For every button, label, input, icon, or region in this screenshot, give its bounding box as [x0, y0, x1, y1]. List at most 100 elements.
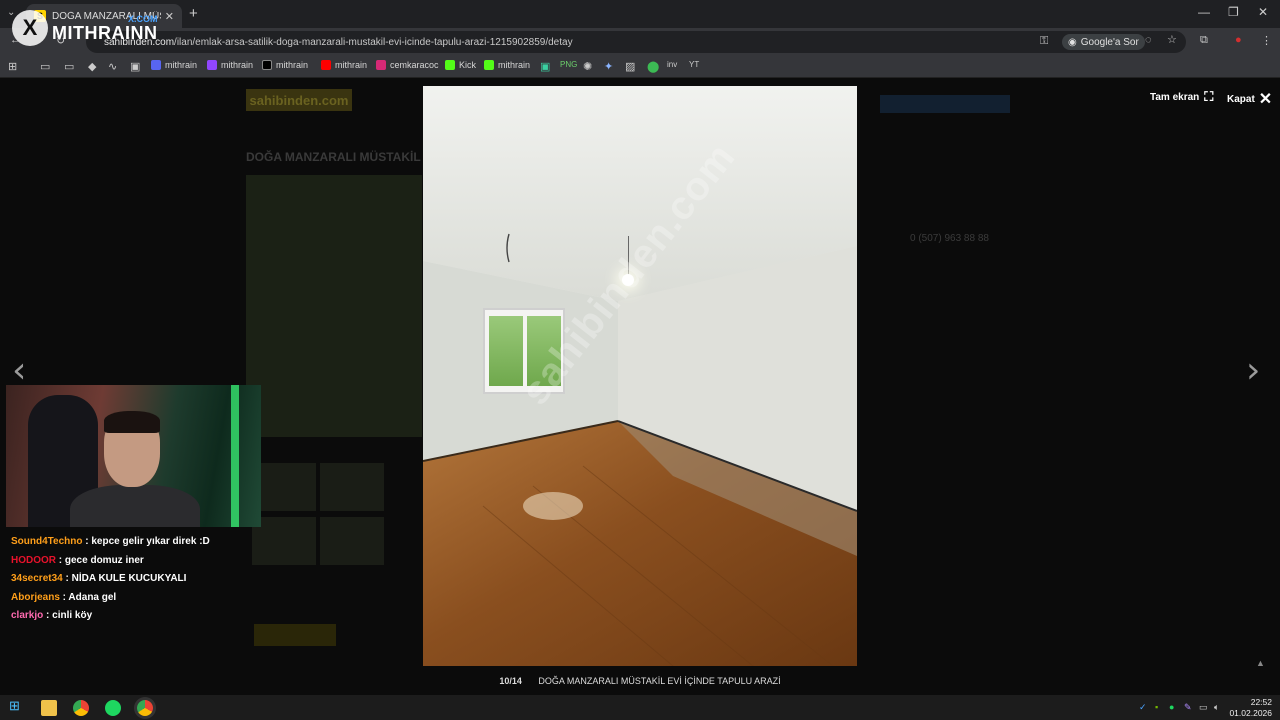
x-logo-icon: X [12, 10, 48, 46]
bookmark-openai-icon[interactable]: ✺ [583, 60, 592, 73]
tab-close-icon[interactable]: ✕ [165, 10, 174, 23]
tray-volume-icon[interactable]: 🔈︎ [1214, 702, 1219, 713]
browser-menu-icon[interactable]: ⋮ [1261, 34, 1272, 47]
bookmark-png-icon[interactable]: PNG [560, 60, 577, 69]
bookmark-gemini-icon[interactable]: ✦ [604, 60, 613, 73]
photo-caption-text: DOĞA MANZARALI MÜSTAKİL EVİ İÇİNDE TAPUL… [538, 676, 781, 686]
thumbnail [320, 517, 384, 565]
bookmark-kick[interactable]: Kick [445, 60, 476, 70]
bookmark-wave-icon[interactable]: ∿ [108, 60, 117, 73]
scroll-to-top-icon[interactable]: ▲ [1256, 658, 1265, 668]
streamer-logo: X X.COM MITHRAINN [12, 10, 158, 46]
listing-title-dimmed: DOĞA MANZARALI MÜSTAKİL [246, 150, 421, 164]
clock-date: 01.02.2026 [1229, 708, 1272, 718]
fullscreen-label: Tam ekran [1150, 91, 1200, 103]
password-key-icon[interactable]: ⚿ [1040, 35, 1048, 48]
windows-start-icon[interactable]: ⊞ [9, 698, 25, 714]
extensions-puzzle-icon[interactable]: ⧉ [1200, 34, 1208, 47]
bookmark-yt-icon[interactable]: YT [689, 60, 699, 69]
chrome-active-icon[interactable] [137, 700, 153, 716]
close-label: Kapat [1227, 93, 1255, 105]
new-tab-button[interactable]: + [189, 5, 198, 22]
bookmark-twitch[interactable]: mithrain [207, 60, 253, 70]
taskbar-clock[interactable]: 22:52 01.02.2026 [1229, 697, 1272, 719]
google-sor-button[interactable]: ◉ Google'a Sor [1062, 34, 1145, 50]
chat-user: HODOOR [11, 554, 56, 566]
bookmark-discord[interactable]: mithrain [151, 60, 197, 70]
bookmark-maps-icon[interactable]: ⬤ [647, 60, 659, 73]
close-icon: ✕ [1258, 91, 1273, 108]
chat-text: : NİDA KULE KUCUKYALI [62, 573, 187, 584]
tab-strip: ⌄ S DOĞA MANZARALI MÜSTAKİL ✕ + — ❐ ✕ [0, 0, 1280, 28]
youtube-icon [321, 60, 331, 70]
thumbnail [252, 463, 316, 511]
bookmark-chat-icon[interactable]: ▣ [540, 60, 550, 73]
url-bar[interactable]: sahibinden.com /ilan/emlak-arsa-satilik-… [86, 31, 1186, 53]
chat-user: Aborjeans [11, 591, 60, 603]
chrome-icon[interactable] [73, 700, 89, 716]
bookmark-image-icon[interactable]: ▨ [625, 60, 635, 73]
restore-window-icon[interactable]: ❐ [1228, 5, 1239, 19]
folder-icon[interactable]: ▭ [64, 60, 74, 73]
webcam-feed [6, 385, 261, 527]
file-explorer-icon[interactable] [41, 700, 57, 716]
chat-text: : Adana gel [59, 591, 117, 603]
tray-spotify-icon[interactable]: ● [1169, 702, 1174, 712]
kick-icon [484, 60, 494, 70]
chat-message: HODOOR : gece domuz iner [11, 552, 210, 571]
url-path: /ilan/emlak-arsa-satilik-doga-manzarali-… [174, 36, 573, 48]
bookmark-x[interactable]: mithrain [262, 60, 308, 70]
bookmark-label: mithrain [498, 60, 531, 70]
bookmark-label: mithrain [276, 60, 309, 70]
chat-message: 34secret34 : NİDA KULE KUCUKYALI [11, 570, 210, 589]
instagram-icon [376, 60, 386, 70]
bookmark-label: cemkaracoc [390, 60, 439, 70]
next-photo-arrow-icon[interactable]: › [1246, 350, 1260, 391]
bookmark-label: mithrain [335, 60, 368, 70]
thumbnail [252, 517, 316, 565]
lightbox-photo: sahibinden.com [423, 86, 857, 666]
tray-bluetooth-icon[interactable]: ✓ [1139, 702, 1147, 713]
streamer-body [70, 485, 200, 527]
bookmark-kick-mithrain[interactable]: mithrain [484, 60, 530, 70]
twitch-icon [207, 60, 217, 70]
clock-time: 22:52 [1250, 697, 1272, 707]
bookmark-youtube[interactable]: mithrain [321, 60, 367, 70]
apps-grid-icon[interactable]: ⊞ [8, 60, 17, 73]
green-light [231, 385, 239, 527]
seller-phone-dimmed: 0 (507) 963 88 88 [910, 233, 989, 244]
x-icon [262, 60, 272, 70]
site-brand: sahibinden.com [246, 89, 352, 111]
close-lightbox-button[interactable]: Kapat ✕ [1227, 89, 1272, 109]
folder-icon[interactable]: ▭ [40, 60, 50, 73]
spotify-icon[interactable] [105, 700, 121, 716]
profile-avatar-icon[interactable]: ● [1235, 34, 1242, 46]
bookmark-label: Kick [459, 60, 477, 70]
chat-user: clarkjo [11, 610, 44, 621]
chat-user: 34secret34 [11, 573, 63, 584]
description-tab-dimmed [254, 624, 336, 646]
minimize-window-icon[interactable]: — [1198, 5, 1210, 19]
photo-counter: 10/14 [499, 676, 522, 686]
discord-icon [151, 60, 161, 70]
thumbnail [320, 463, 384, 511]
bookmarks-bar: ⊞ ▭ ▭ ◆ ∿ ▣ mithrain mithrain mithrain m… [0, 56, 1280, 78]
tray-nvidia-icon[interactable]: ▪ [1155, 702, 1158, 712]
chat-text: : gece domuz iner [56, 554, 144, 566]
bookmark-label: mithrain [165, 60, 198, 70]
fullscreen-button[interactable]: Tam ekran ⛶ [1150, 89, 1213, 105]
listing-main-photo-dimmed [246, 175, 422, 437]
bookmark-label: mithrain [221, 60, 254, 70]
bookmark-inv-icon[interactable]: inv [667, 60, 677, 69]
tray-monitor-icon[interactable]: ▭ [1199, 702, 1208, 713]
bookmark-instagram[interactable]: cemkaracoc [376, 60, 439, 70]
chat-text: : cinli köy [43, 610, 93, 621]
chat-text: : kepce gelir yıkar direk :D [82, 536, 210, 547]
bookmark-square-icon[interactable]: ▣ [130, 60, 140, 73]
eye-off-icon[interactable]: ◌ [1145, 34, 1152, 46]
close-window-icon[interactable]: ✕ [1258, 5, 1268, 19]
chat-user: Sound4Techno [11, 536, 83, 547]
bookmark-star-icon[interactable]: ☆ [1167, 33, 1177, 46]
bookmark-diamond-icon[interactable]: ◆ [88, 60, 96, 73]
tray-app-icon[interactable]: ✎ [1184, 702, 1192, 713]
